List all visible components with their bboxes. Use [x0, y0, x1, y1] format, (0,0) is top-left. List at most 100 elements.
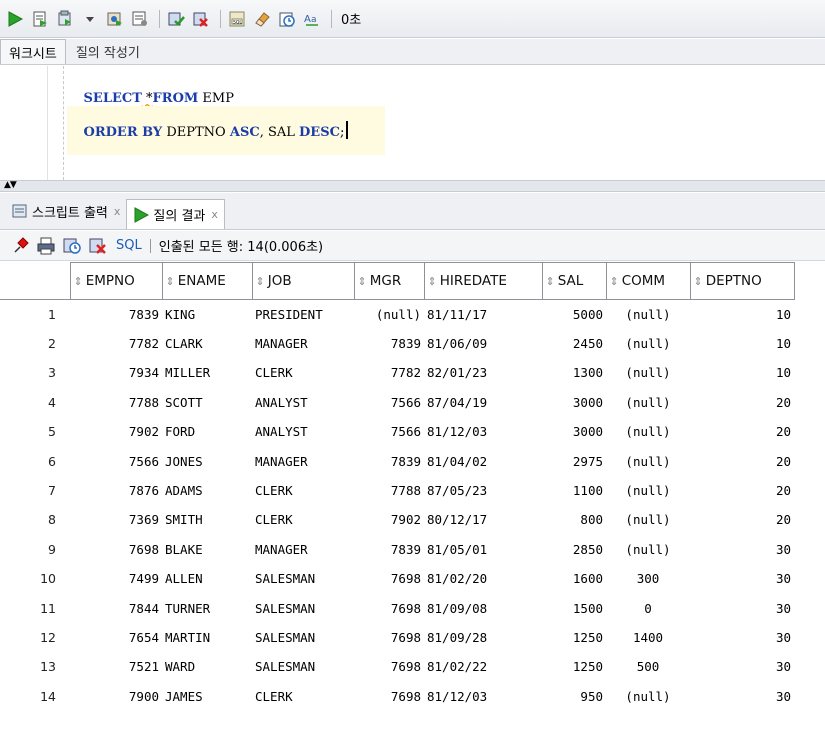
rollback-icon[interactable] — [190, 8, 212, 30]
table-row[interactable]: 13 7521 WARD SALESMAN 7698 81/02/22 1250 500 30 — [0, 652, 794, 681]
cell-empno[interactable]: 7521 — [70, 652, 162, 681]
cell-sal[interactable]: 950 — [542, 682, 606, 711]
cell-sal[interactable]: 1250 — [542, 623, 606, 652]
cell-mgr[interactable]: 7839 — [354, 446, 424, 475]
cell-hiredate[interactable]: 81/09/28 — [424, 623, 542, 652]
cell-hiredate[interactable]: 81/09/08 — [424, 593, 542, 622]
cell-ename[interactable]: BLAKE — [162, 535, 252, 564]
cell-hiredate[interactable]: 87/05/23 — [424, 476, 542, 505]
sql-editor[interactable]: SELECT *FROM EMP ORDER BY DEPTNO ASC, SA… — [0, 66, 825, 180]
sort-icon[interactable]: ⇕ — [546, 275, 555, 288]
column-header-comm[interactable]: ⇕ COMM — [605, 262, 691, 300]
cell-comm[interactable]: (null) — [606, 446, 690, 475]
cell-ename[interactable]: JONES — [162, 446, 252, 475]
sort-icon[interactable]: ⇕ — [358, 275, 367, 288]
cell-sal[interactable]: 2850 — [542, 535, 606, 564]
cell-hiredate[interactable]: 81/05/01 — [424, 535, 542, 564]
cell-empno[interactable]: 7499 — [70, 564, 162, 593]
cell-ename[interactable]: ADAMS — [162, 476, 252, 505]
cell-job[interactable]: PRESIDENT — [252, 300, 354, 329]
cell-deptno[interactable]: 10 — [690, 329, 794, 358]
cell-empno[interactable]: 7839 — [70, 300, 162, 329]
history-icon[interactable] — [276, 8, 298, 30]
cell-mgr[interactable]: 7566 — [354, 388, 424, 417]
cell-empno[interactable]: 7369 — [70, 505, 162, 534]
column-header-sal[interactable]: ⇕ SAL — [541, 262, 607, 300]
sort-icon[interactable]: ⇕ — [428, 275, 437, 288]
cell-comm[interactable]: 300 — [606, 564, 690, 593]
cell-empno[interactable]: 7844 — [70, 593, 162, 622]
cell-mgr[interactable]: 7788 — [354, 476, 424, 505]
cell-empno[interactable]: 7934 — [70, 358, 162, 387]
refresh-icon[interactable] — [62, 236, 82, 256]
cell-ename[interactable]: FORD — [162, 417, 252, 446]
pin-icon[interactable] — [10, 236, 30, 256]
table-row[interactable]: 1 7839 KING PRESIDENT (null) 81/11/17 5000 (nul… — [0, 300, 794, 329]
cell-empno[interactable]: 7782 — [70, 329, 162, 358]
table-row[interactable]: 4 7788 SCOTT ANALYST 7566 87/04/19 3000 (null) 2… — [0, 388, 794, 417]
tab-query-result[interactable]: 질의 결과 x — [126, 199, 225, 229]
cell-sal[interactable]: 1300 — [542, 358, 606, 387]
cell-ename[interactable]: JAMES — [162, 682, 252, 711]
cell-job[interactable]: MANAGER — [252, 329, 354, 358]
cell-mgr[interactable]: 7698 — [354, 623, 424, 652]
cell-sal[interactable]: 800 — [542, 505, 606, 534]
print-icon[interactable] — [36, 236, 56, 256]
cell-deptno[interactable]: 30 — [690, 652, 794, 681]
cell-ename[interactable]: ALLEN — [162, 564, 252, 593]
cell-hiredate[interactable]: 81/02/20 — [424, 564, 542, 593]
sort-icon[interactable]: ⇕ — [166, 275, 175, 288]
cell-mgr[interactable]: 7902 — [354, 505, 424, 534]
tab-worksheet[interactable]: 워크시트 — [0, 39, 66, 64]
cell-comm[interactable]: (null) — [606, 476, 690, 505]
cell-mgr[interactable]: 7839 — [354, 329, 424, 358]
sql-link[interactable]: SQL — [116, 238, 142, 253]
table-row[interactable]: 8 7369 SMITH CLERK 7902 80/12/17 800 (null) 20 — [0, 505, 794, 534]
cell-deptno[interactable]: 20 — [690, 505, 794, 534]
close-icon[interactable]: x — [211, 208, 218, 221]
cell-job[interactable]: ANALYST — [252, 388, 354, 417]
cell-comm[interactable]: (null) — [606, 388, 690, 417]
cell-hiredate[interactable]: 81/12/03 — [424, 682, 542, 711]
cell-empno[interactable]: 7698 — [70, 535, 162, 564]
cell-deptno[interactable]: 20 — [690, 476, 794, 505]
sort-icon[interactable]: ⇕ — [256, 275, 265, 288]
cell-job[interactable]: MANAGER — [252, 535, 354, 564]
explain-plan-icon[interactable] — [104, 8, 126, 30]
table-row[interactable]: 2 7782 CLARK MANAGER 7839 81/06/09 2450 (null) 1… — [0, 329, 794, 358]
sort-icon[interactable]: ⇕ — [694, 275, 703, 288]
cell-job[interactable]: SALESMAN — [252, 564, 354, 593]
autotrace-icon[interactable] — [54, 8, 76, 30]
cell-hiredate[interactable]: 80/12/17 — [424, 505, 542, 534]
table-row[interactable]: 6 7566 JONES MANAGER 7839 81/04/02 2975 (null) 2… — [0, 446, 794, 475]
cell-ename[interactable]: TURNER — [162, 593, 252, 622]
cell-comm[interactable]: (null) — [606, 682, 690, 711]
cell-hiredate[interactable]: 81/11/17 — [424, 300, 542, 329]
cell-comm[interactable]: 500 — [606, 652, 690, 681]
cell-job[interactable]: MANAGER — [252, 446, 354, 475]
cell-comm[interactable]: (null) — [606, 329, 690, 358]
cell-sal[interactable]: 1250 — [542, 652, 606, 681]
commit-icon[interactable] — [165, 8, 187, 30]
cell-ename[interactable]: CLARK — [162, 329, 252, 358]
cell-sal[interactable]: 2975 — [542, 446, 606, 475]
cell-deptno[interactable]: 30 — [690, 682, 794, 711]
cell-deptno[interactable]: 20 — [690, 388, 794, 417]
cell-deptno[interactable]: 20 — [690, 446, 794, 475]
cell-job[interactable]: CLERK — [252, 682, 354, 711]
unshared-sql-icon[interactable]: SQL — [226, 8, 248, 30]
cell-hiredate[interactable]: 82/01/23 — [424, 358, 542, 387]
cell-job[interactable]: CLERK — [252, 476, 354, 505]
pane-splitter[interactable]: ▲▼ — [0, 180, 825, 192]
cell-deptno[interactable]: 10 — [690, 300, 794, 329]
cell-mgr[interactable]: 7782 — [354, 358, 424, 387]
dropdown-arrow-icon[interactable] — [79, 8, 101, 30]
column-header-deptno[interactable]: ⇕ DEPTNO — [689, 262, 795, 300]
table-row[interactable]: 7 7876 ADAMS CLERK 7788 87/05/23 1100 (null) 20 — [0, 476, 794, 505]
cancel-fetch-icon[interactable] — [88, 236, 108, 256]
cell-comm[interactable]: 1400 — [606, 623, 690, 652]
cell-comm[interactable]: (null) — [606, 358, 690, 387]
column-header-ename[interactable]: ⇕ ENAME — [161, 262, 253, 300]
cell-deptno[interactable]: 20 — [690, 417, 794, 446]
cell-sal[interactable]: 5000 — [542, 300, 606, 329]
